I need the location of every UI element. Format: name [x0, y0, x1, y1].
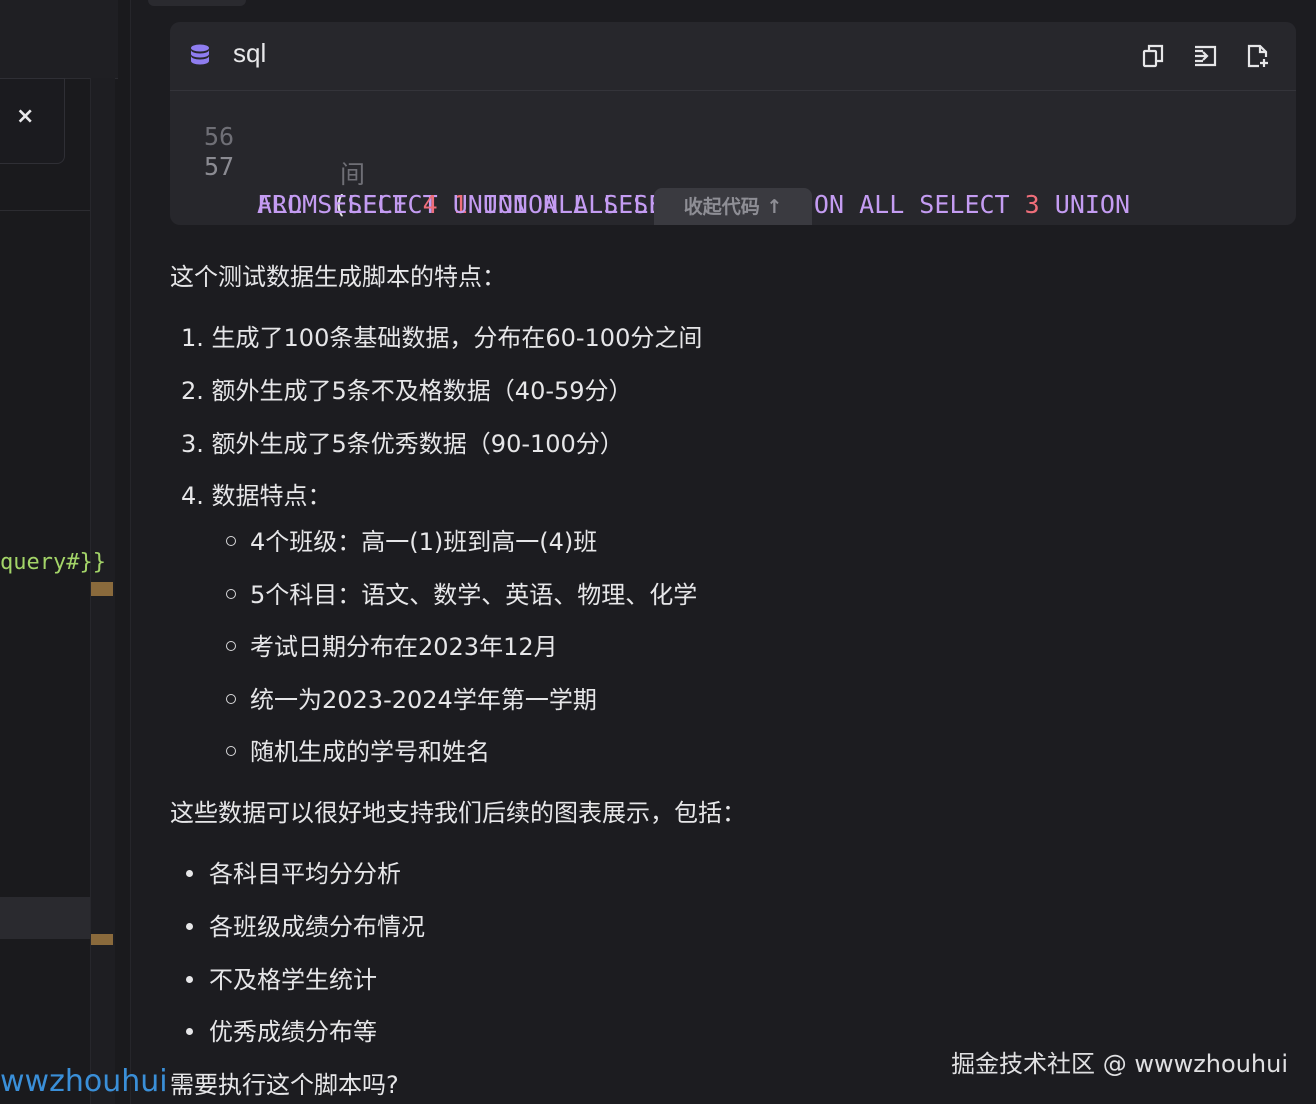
- code-line-wrap: ALL SELECT 4 UNION ALL SELECT 5) n;: [170, 148, 784, 225]
- bullet-item: 各科目平均分分析: [186, 854, 401, 889]
- code-fragment: query#}}: [0, 550, 106, 575]
- scrollbar-marker: [91, 934, 113, 945]
- insert-icon[interactable]: [1192, 43, 1218, 69]
- sub-list-item: 统一为2023-2024学年第一学期: [226, 680, 597, 715]
- code-token: UNION: [1054, 190, 1131, 219]
- divider: [0, 210, 90, 211]
- code-token: 4: [422, 190, 453, 219]
- circle-bullet-icon: [226, 589, 236, 599]
- circle-bullet-icon: [226, 746, 236, 756]
- code-token: 3: [1024, 190, 1055, 219]
- circle-bullet-icon: [226, 536, 236, 546]
- top-tab: [148, 0, 246, 6]
- scrollbar-marker: [91, 582, 113, 596]
- list-item: 1. 生成了100条基础数据，分布在60-100分之间: [181, 324, 703, 352]
- sub-list-item: 随机生成的学号和姓名: [226, 732, 490, 767]
- new-file-icon[interactable]: [1245, 43, 1271, 69]
- close-icon[interactable]: ×: [16, 104, 34, 129]
- copy-icon[interactable]: [1140, 43, 1166, 69]
- list-item: 2. 额外生成了5条不及格数据（40-59分）: [181, 377, 633, 405]
- bullet-item: 各班级成绩分布情况: [186, 907, 425, 942]
- code-language: sql: [233, 38, 267, 68]
- bullet-item: 不及格学生统计: [186, 960, 377, 995]
- intro-text: 这个测试数据生成脚本的特点：: [170, 263, 506, 291]
- bullet-item: 优秀成绩分布等: [186, 1012, 377, 1047]
- collapse-code-button[interactable]: 收起代码 ↑: [654, 188, 812, 225]
- left-watermark: wwzhouhui: [0, 1064, 168, 1099]
- circle-bullet-icon: [226, 641, 236, 651]
- code-token: ALL SELECT: [257, 190, 423, 219]
- circle-bullet-icon: [226, 694, 236, 704]
- sub-list-item: 4个班级：高一(1)班到高一(4)班: [226, 522, 597, 557]
- bullet-icon: [186, 975, 193, 983]
- bullet-icon: [186, 1027, 193, 1035]
- list-item: 4. 数据特点：: [181, 482, 332, 510]
- editor-panel: × query#}}: [0, 0, 131, 1104]
- sub-list-item: 5个科目：语文、数学、英语、物理、化学: [226, 575, 697, 610]
- editor-tab-bar: [0, 0, 118, 79]
- bullet-icon: [186, 922, 193, 930]
- code-block-header: sql: [170, 22, 1296, 91]
- code-block: sql 56 间 57 FROM (SELECT 1 UNION ALL SEL…: [170, 22, 1296, 225]
- watermark: 掘金技术社区 @ wwwzhouhui: [951, 1050, 1288, 1078]
- database-icon: [191, 44, 209, 65]
- support-text: 这些数据可以很好地支持我们后续的图表展示，包括：: [170, 799, 746, 827]
- list-item: 3. 额外生成了5条优秀数据（90-100分）: [181, 430, 624, 458]
- question-text: 需要执行这个脚本吗?: [170, 1071, 399, 1099]
- bullet-icon: [186, 869, 193, 877]
- sub-list-item: 考试日期分布在2023年12月: [226, 627, 558, 662]
